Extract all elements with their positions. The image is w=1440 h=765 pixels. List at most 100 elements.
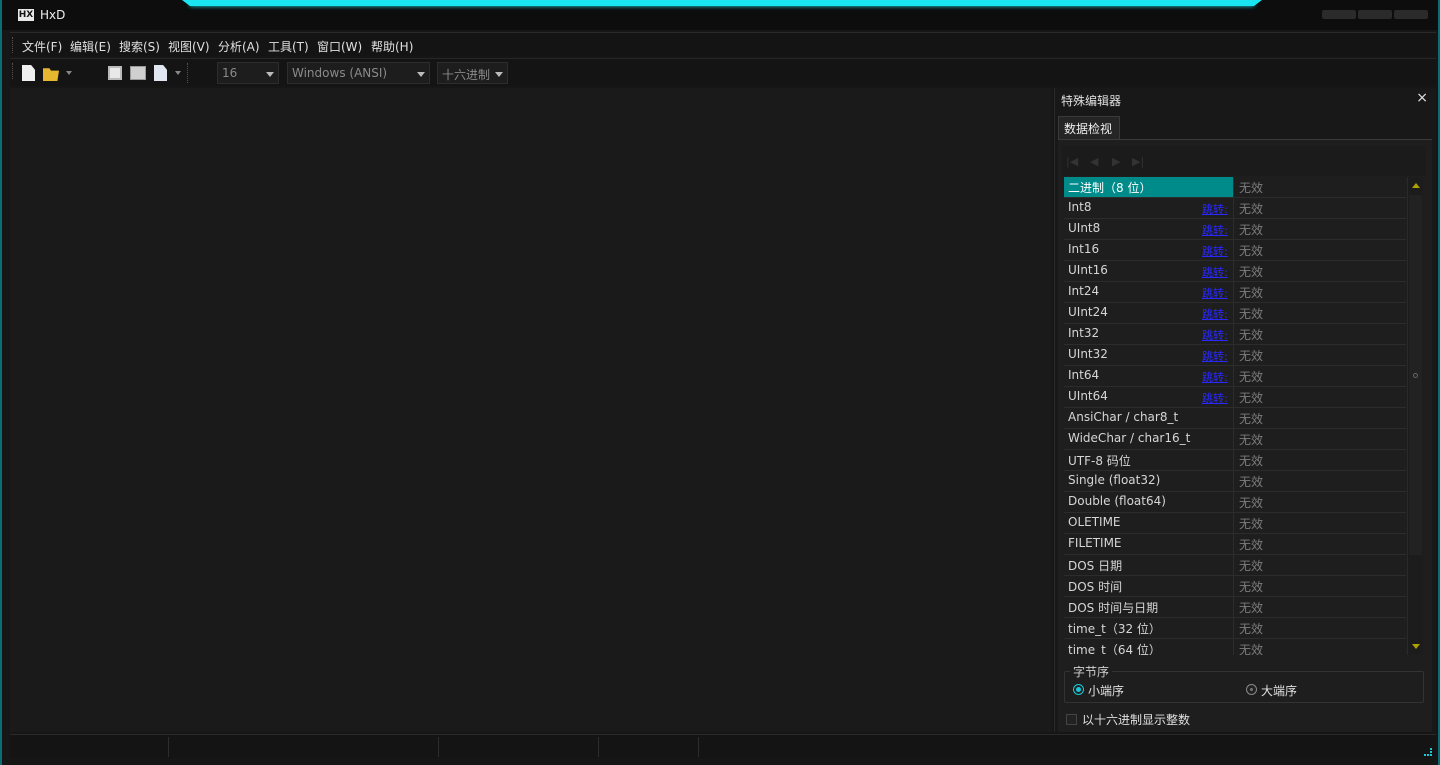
inspector-row[interactable]: Single (float32) 无效 (1064, 471, 1406, 492)
little-endian-label[interactable]: 小端序 (1088, 682, 1124, 699)
title-bar[interactable]: HX HxD (2, 0, 1438, 30)
inspector-row[interactable]: Int16 跳转: 无效 (1064, 240, 1406, 261)
open-dropdown-icon[interactable] (66, 71, 72, 75)
editor-area[interactable] (10, 88, 1052, 732)
jump-link[interactable]: 跳转: (1202, 369, 1228, 385)
inspector-row-value[interactable]: 无效 (1235, 324, 1406, 344)
toolbar-grip[interactable] (12, 63, 15, 79)
properties-icon[interactable] (154, 65, 167, 81)
inspector-row-name[interactable]: time_t（32 位） (1064, 618, 1234, 638)
inspector-row-value[interactable]: 无效 (1235, 198, 1406, 218)
resize-grip-icon[interactable] (1424, 748, 1432, 756)
inspector-row-name[interactable]: UTF-8 码位 (1064, 450, 1234, 470)
inspector-row-value[interactable]: 无效 (1235, 534, 1406, 554)
inspector-row[interactable]: DOS 时间 无效 (1064, 576, 1406, 597)
close-icon[interactable]: × (1416, 90, 1428, 106)
inspector-row[interactable]: Int24 跳转: 无效 (1064, 282, 1406, 303)
inspector-row[interactable]: Int8 跳转: 无效 (1064, 198, 1406, 219)
inspector-row-value[interactable]: 无效 (1235, 429, 1406, 449)
inspector-row-name[interactable]: AnsiChar / char8_t (1064, 408, 1234, 428)
inspector-row[interactable]: UTF-8 码位 无效 (1064, 450, 1406, 471)
big-endian-label[interactable]: 大端序 (1261, 682, 1297, 699)
new-file-icon[interactable] (22, 65, 35, 81)
last-icon[interactable]: ▶| (1132, 155, 1144, 168)
inspector-row-name[interactable]: 二进制（8 位） (1064, 177, 1234, 197)
save-all-icon[interactable] (130, 66, 146, 80)
inspector-row-value[interactable]: 无效 (1235, 303, 1406, 323)
inspector-row-value[interactable]: 无效 (1235, 345, 1406, 365)
save-icon[interactable] (108, 66, 122, 80)
little-endian-radio[interactable] (1073, 684, 1084, 695)
inspector-row-value[interactable]: 无效 (1235, 471, 1406, 491)
menu-window[interactable]: 窗口(W) (317, 38, 362, 55)
inspector-row[interactable]: UInt8 跳转: 无效 (1064, 219, 1406, 240)
tab-data-inspector[interactable]: 数据检视 (1058, 116, 1120, 140)
inspector-row[interactable]: Int64 跳转: 无效 (1064, 366, 1406, 387)
next-icon[interactable]: ▶ (1112, 155, 1120, 168)
close-window-button[interactable] (1394, 10, 1428, 19)
inspector-row[interactable]: 二进制（8 位） 无效 (1064, 177, 1406, 198)
inspector-row[interactable]: UInt24 跳转: 无效 (1064, 303, 1406, 324)
jump-link[interactable]: 跳转: (1202, 222, 1228, 238)
open-folder-icon[interactable] (43, 68, 59, 81)
jump-link[interactable]: 跳转: (1202, 306, 1228, 322)
inspector-row-name[interactable]: DOS 时间与日期 (1064, 597, 1234, 617)
scroll-thumb[interactable] (1413, 373, 1418, 378)
menu-search[interactable]: 搜索(S) (119, 38, 160, 55)
inspector-row-name[interactable]: DOS 时间 (1064, 576, 1234, 596)
menu-tools[interactable]: 工具(T) (268, 38, 309, 55)
menu-analysis[interactable]: 分析(A) (218, 38, 260, 55)
inspector-row-name[interactable]: DOS 日期 (1064, 555, 1234, 575)
inspector-row-value[interactable]: 无效 (1235, 408, 1406, 428)
offset-base-select[interactable]: 十六进制 (437, 62, 508, 84)
inspector-row[interactable]: Double (float64) 无效 (1064, 492, 1406, 513)
inspector-row-value[interactable]: 无效 (1235, 576, 1406, 596)
hex-ints-checkbox[interactable] (1066, 714, 1077, 725)
inspector-row[interactable]: Int32 跳转: 无效 (1064, 324, 1406, 345)
maximize-button[interactable] (1358, 10, 1392, 19)
inspector-row[interactable]: time_t（64 位） 无效 (1064, 639, 1406, 655)
inspector-row[interactable]: UInt32 跳转: 无效 (1064, 345, 1406, 366)
menu-grip[interactable] (12, 37, 15, 53)
inspector-row-value[interactable]: 无效 (1235, 261, 1406, 281)
menu-view[interactable]: 视图(V) (168, 38, 210, 55)
inspector-row-value[interactable]: 无效 (1235, 366, 1406, 386)
inspector-row-value[interactable]: 无效 (1235, 387, 1406, 407)
jump-link[interactable]: 跳转: (1202, 201, 1228, 217)
scroll-up-icon[interactable] (1412, 183, 1420, 188)
inspector-row-value[interactable]: 无效 (1235, 240, 1406, 260)
inspector-row-value[interactable]: 无效 (1235, 597, 1406, 617)
previous-icon[interactable]: ◀ (1090, 155, 1098, 168)
inspector-row[interactable]: time_t（32 位） 无效 (1064, 618, 1406, 639)
inspector-row[interactable]: UInt64 跳转: 无效 (1064, 387, 1406, 408)
inspector-row-name[interactable]: FILETIME (1064, 534, 1234, 554)
inspector-row[interactable]: OLETIME 无效 (1064, 513, 1406, 534)
menu-help[interactable]: 帮助(H) (371, 38, 413, 55)
inspector-row-name[interactable]: OLETIME (1064, 513, 1234, 533)
inspector-row-value[interactable]: 无效 (1235, 219, 1406, 239)
inspector-row-name[interactable]: time_t（64 位） (1064, 639, 1234, 655)
inspector-row-value[interactable]: 无效 (1235, 492, 1406, 512)
grid-scrollbar[interactable] (1407, 177, 1423, 655)
inspector-row-value[interactable]: 无效 (1235, 513, 1406, 533)
inspector-row[interactable]: FILETIME 无效 (1064, 534, 1406, 555)
menu-edit[interactable]: 编辑(E) (70, 38, 111, 55)
inspector-row-value[interactable]: 无效 (1235, 618, 1406, 638)
inspector-row[interactable]: UInt16 跳转: 无效 (1064, 261, 1406, 282)
inspector-row-name[interactable]: Single (float32) (1064, 471, 1234, 491)
first-icon[interactable]: |◀ (1066, 155, 1078, 168)
inspector-row-name[interactable]: WideChar / char16_t (1064, 429, 1234, 449)
inspector-row[interactable]: AnsiChar / char8_t 无效 (1064, 408, 1406, 429)
jump-link[interactable]: 跳转: (1202, 243, 1228, 259)
jump-link[interactable]: 跳转: (1202, 348, 1228, 364)
inspector-row-name[interactable]: Double (float64) (1064, 492, 1234, 512)
hex-ints-label[interactable]: 以十六进制显示整数 (1082, 711, 1190, 728)
jump-link[interactable]: 跳转: (1202, 327, 1228, 343)
jump-link[interactable]: 跳转: (1202, 390, 1228, 406)
charset-select[interactable]: Windows (ANSI) (287, 62, 430, 84)
inspector-row[interactable]: DOS 时间与日期 无效 (1064, 597, 1406, 618)
big-endian-radio[interactable] (1246, 684, 1257, 695)
jump-link[interactable]: 跳转: (1202, 285, 1228, 301)
inspector-row-value[interactable]: 无效 (1235, 282, 1406, 302)
inspector-row-value[interactable]: 无效 (1235, 177, 1406, 197)
